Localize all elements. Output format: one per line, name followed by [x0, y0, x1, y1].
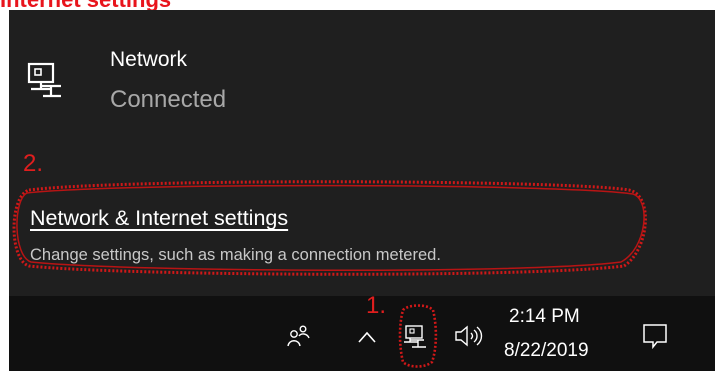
volume-icon[interactable]: [454, 323, 484, 349]
step-1-annotation: 1.: [366, 292, 387, 319]
windows-taskbar: 2:14 PM 8/22/2019 1.: [9, 292, 715, 371]
network-name: Network: [110, 48, 188, 71]
clock-time[interactable]: 2:14 PM: [509, 306, 580, 328]
caption-text: Internet settings": [0, 0, 179, 11]
ethernet-monitor-icon: [27, 62, 67, 106]
network-settings-description: Change settings, such as making a connec…: [30, 246, 441, 264]
network-tray-icon[interactable]: [400, 320, 432, 354]
network-status: Connected: [110, 86, 227, 113]
chevron-up-icon[interactable]: [357, 330, 377, 344]
step-2-annotation: 2.: [23, 150, 44, 177]
clock-date[interactable]: 8/22/2019: [504, 340, 589, 362]
network-internet-settings-link[interactable]: Network & Internet settings: [30, 206, 288, 231]
people-icon[interactable]: [287, 324, 311, 348]
action-center-icon[interactable]: [642, 322, 668, 350]
network-connection-item[interactable]: Network Connected: [23, 46, 423, 126]
network-flyout: Network Connected 2. Network & Internet …: [9, 10, 715, 296]
